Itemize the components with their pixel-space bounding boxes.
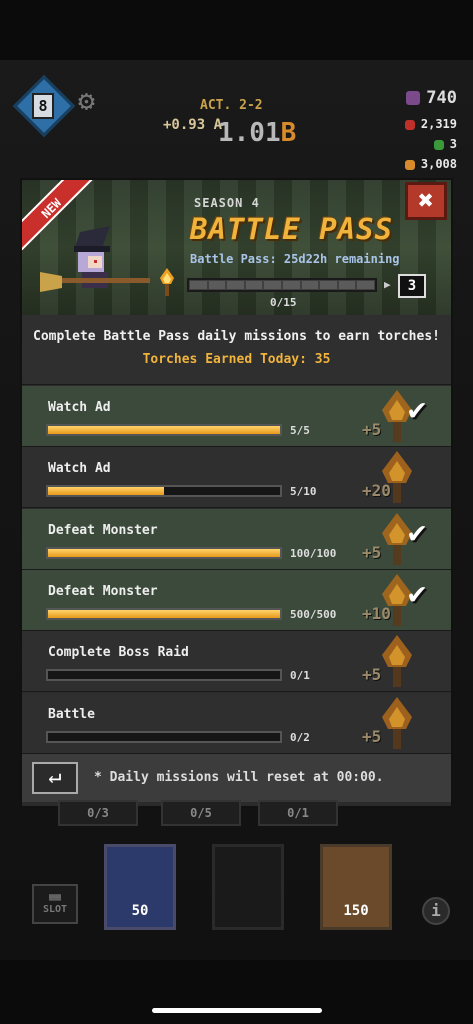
mission-progress-bar [46,730,282,743]
mission-count: 0/1 [290,669,310,683]
gear-icon[interactable]: ⚙ [78,86,108,116]
track-arrow-icon: ▶ [384,278,391,291]
green-gem-icon [433,139,444,150]
home-indicator [152,1008,322,1013]
mission-progress-bar [46,546,282,559]
card-right-value: 150 [343,903,369,919]
mission-reward: +5 [362,420,382,439]
battle-pass-panel: NEW SEASON 4 BATTLE PASS Battle Pass: 25… [20,178,453,808]
back-button[interactable]: ↵ [32,762,78,794]
mission-name: Complete Boss Raid [48,645,189,661]
card-left[interactable]: 50 [104,844,176,930]
card-empty[interactable] [212,844,284,930]
reset-note: * Daily missions will reset at 00:00. [94,770,384,785]
floor-number: 8 [32,93,54,119]
check-icon: ✔ [408,514,427,550]
card-left-value: 50 [131,903,149,919]
resource-green-value: 3 [449,137,457,151]
mission-row: Watch Ad 5/5 +5 ✔ [22,386,451,447]
mission-progress-fill [48,426,280,434]
season-label: SEASON 4 [194,196,260,210]
mission-count: 0/2 [290,730,310,744]
resource-red: 2,319 [404,117,457,131]
mission-row: Defeat Monster 100/100 +5 ✔ [22,508,451,570]
gold-total-value: 1.01 [218,118,281,148]
info-line: Complete Battle Pass daily missions to e… [33,329,440,344]
resource-main: 740 [406,88,457,108]
pass-level: 3 [398,274,426,298]
slot-button[interactable]: ▦▦ SLOT [32,884,78,924]
gold-total-unit: B [280,118,297,148]
mission-count: 5/5 [290,424,310,437]
gold-rate: +0.93 A [163,117,223,133]
mission-count: 5/10 [290,485,317,499]
resource-torch: 3,008 [404,157,457,171]
mission-name: Defeat Monster [48,522,158,538]
check-icon: ✔ [408,575,427,611]
footer-bar: ↵ * Daily missions will reset at 00:00. [22,754,451,802]
mission-count: 500/500 [290,607,337,621]
pass-progress-track [187,278,377,292]
mission-progress-fill [48,609,280,618]
mission-row: Battle 0/2 +5 [22,692,451,754]
info-button[interactable]: i [422,897,450,925]
gold-total: 1.01B [218,118,296,148]
close-button[interactable]: ✖ [405,182,447,220]
mission-progress-bar [46,424,282,436]
mission-progress-bar [46,607,282,620]
track-segment [357,281,374,289]
info-banner: Complete Battle Pass daily missions to e… [22,315,451,385]
mission-row: Defeat Monster 500/500 +10 ✔ [22,569,451,631]
mission-name: Watch Ad [48,400,111,415]
slot-label: SLOT [42,904,68,915]
mission-reward: +20 [362,481,391,501]
track-segment [245,281,263,289]
mission-reward: +10 [362,603,391,623]
torches-earned: Torches Earned Today: 35 [142,352,331,367]
act-label: ACT. 2-2 [200,98,263,113]
torch-icon [160,268,174,296]
pass-progress-count: 0/15 [270,296,297,309]
mission-row: Complete Boss Raid 0/1 +5 [22,631,451,693]
mission-progress-fill [48,487,164,496]
time-remaining: Battle Pass: 25d22h remaining [190,252,400,266]
mission-progress-bar [46,669,282,682]
resource-torch-value: 3,008 [420,157,457,171]
mission-reward: +5 [362,726,382,746]
tab-mission-1[interactable]: 0/3 [58,800,138,826]
torch-icon [404,159,415,170]
tab-mission-2[interactable]: 0/5 [161,800,241,826]
battle-pass-header: NEW SEASON 4 BATTLE PASS Battle Pass: 25… [22,180,451,315]
check-icon: ✔ [408,392,427,427]
resource-green: 3 [433,137,457,151]
purple-gem-icon [406,91,421,105]
resource-red-value: 2,319 [420,117,457,131]
track-segment [208,281,226,289]
mission-name: Battle [48,706,95,722]
tab-mission-3[interactable]: 0/1 [258,800,338,826]
mission-reward: +5 [362,542,382,562]
witch-character-icon [40,226,150,292]
mission-name: Defeat Monster [48,583,158,599]
resource-main-value: 740 [426,88,457,108]
mission-progress-fill [48,548,280,557]
track-segment [301,281,319,289]
mission-count: 100/100 [290,546,337,560]
mission-reward: +5 [362,665,382,685]
track-segment [264,281,281,289]
track-segment [320,281,337,289]
track-segment [227,281,244,289]
track-segment [282,281,300,289]
mission-name: Watch Ad [48,461,111,477]
card-right[interactable]: 150 [320,844,392,930]
track-segment [190,281,207,289]
red-gem-icon [404,119,415,130]
mission-row: Watch Ad 5/10 +20 [22,447,451,509]
bottom-tabs: 0/3 0/5 0/1 [48,800,428,826]
mission-progress-bar [46,485,282,498]
page-title: BATTLE PASS [190,212,394,246]
track-segment [338,281,356,289]
